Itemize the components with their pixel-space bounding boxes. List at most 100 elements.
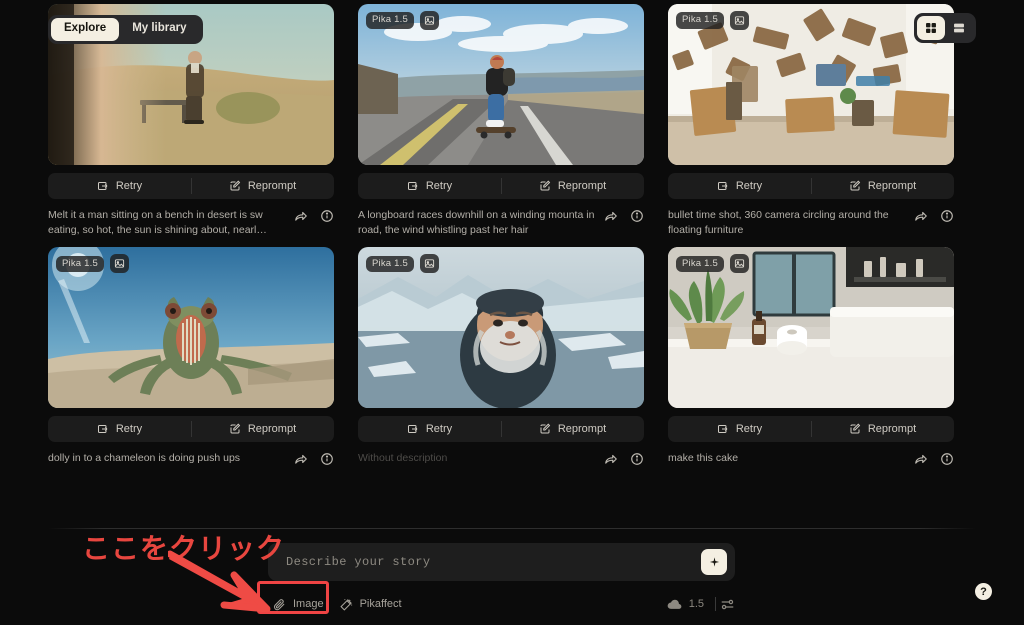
share-icon[interactable] [604,452,618,466]
caption-text: dolly in to a chameleon is doing push up… [48,451,294,466]
retry-button[interactable]: Retry [48,416,191,442]
generate-button[interactable] [701,549,727,575]
share-icon[interactable] [604,209,618,223]
caption-text: make this cake [668,451,914,466]
cloud-icon [667,597,682,612]
caption-icons [914,451,954,466]
card-thumbnail[interactable]: Pika 1.5 [668,4,954,165]
caption-text: Melt it a man sitting on a bench in dese… [48,208,294,238]
help-button[interactable]: ? [975,583,992,600]
grid-icon [924,21,938,35]
card-thumbnail[interactable]: Pika 1.5 [48,247,334,408]
tab-my-library[interactable]: My library [119,18,199,41]
retry-button[interactable]: Retry [358,416,501,442]
reprompt-label: Reprompt [248,180,296,192]
image-attach-label: Image [293,599,324,610]
card-badges: Pika 1.5 [366,254,439,273]
prompt-input[interactable] [268,555,701,569]
image-icon [424,258,435,269]
reprompt-label: Reprompt [868,423,916,435]
reprompt-button[interactable]: Reprompt [501,416,644,442]
reprompt-button[interactable]: Reprompt [191,416,334,442]
share-icon[interactable] [294,209,308,223]
model-badge: Pika 1.5 [366,12,414,29]
model-badge: Pika 1.5 [676,12,724,29]
card-thumbnail[interactable]: Pika 1.5 [358,247,644,408]
card-caption: Melt it a man sitting on a bench in dese… [48,208,334,238]
retry-icon [97,180,109,192]
reprompt-icon [849,180,861,192]
toolbar-separator [715,597,716,611]
image-input-badge[interactable] [420,254,439,273]
image-icon [734,258,745,269]
share-icon[interactable] [914,452,928,466]
caption-text: bullet time shot, 360 camera circling ar… [668,208,914,238]
image-icon [424,15,435,26]
retry-button[interactable]: Retry [358,173,501,199]
composer-toolbar: Image Pikaffect 1.5 [268,591,735,617]
card-action-bar: Retry Reprompt [358,173,644,199]
card-badges: Pika 1.5 [366,11,439,30]
pikaffect-button[interactable]: Pikaffect [332,595,410,614]
card-thumbnail[interactable]: Pika 1.5 [358,4,644,165]
card-action-bar: Retry Reprompt [668,416,954,442]
reprompt-button[interactable]: Reprompt [501,173,644,199]
pikaffect-label: Pikaffect [360,599,402,610]
gallery-card[interactable]: Pika 1.5 Retry [668,4,954,238]
reprompt-button[interactable]: Reprompt [811,173,954,199]
model-selector[interactable]: 1.5 [667,597,720,612]
card-action-bar: Retry Reprompt [668,173,954,199]
image-input-badge[interactable] [730,254,749,273]
tab-explore[interactable]: Explore [51,18,119,41]
retry-button[interactable]: Retry [668,416,811,442]
grid-view-button[interactable] [917,16,945,40]
image-attach-button[interactable]: Image [265,595,332,614]
card-badges: Pika 1.5 [56,254,129,273]
gallery-card[interactable]: Pika 1.5 Retry [358,247,644,481]
card-badges: Pika 1.5 [676,254,749,273]
retry-label: Retry [736,180,762,192]
share-icon[interactable] [294,452,308,466]
reprompt-icon [849,423,861,435]
caption-icons [914,208,954,223]
model-version-label: 1.5 [689,598,704,610]
card-action-bar: Retry Reprompt [48,416,334,442]
model-badge: Pika 1.5 [56,256,104,273]
caption-icons [604,208,644,223]
card-thumbnail[interactable]: Pika 1.5 [668,247,954,408]
reprompt-button[interactable]: Reprompt [191,173,334,199]
sparkle-icon [708,556,721,569]
info-icon[interactable] [630,209,644,223]
share-icon[interactable] [914,209,928,223]
card-caption: Without description [358,451,644,481]
info-icon[interactable] [630,452,644,466]
caption-text: Without description [358,451,604,466]
retry-label: Retry [116,180,142,192]
reprompt-button[interactable]: Reprompt [811,416,954,442]
list-view-button[interactable] [945,16,973,40]
image-input-badge[interactable] [110,254,129,273]
prompt-input-row [268,543,735,581]
image-input-badge[interactable] [730,11,749,30]
gallery-card[interactable]: Pika 1.5 Retry [48,247,334,481]
reprompt-icon [229,180,241,192]
card-caption: A longboard races downhill on a winding … [358,208,644,238]
paperclip-icon [273,598,286,611]
settings-button[interactable] [720,597,735,612]
caption-icons [294,208,334,223]
info-icon[interactable] [940,209,954,223]
reprompt-label: Reprompt [558,180,606,192]
retry-button[interactable]: Retry [668,173,811,199]
retry-button[interactable]: Retry [48,173,191,199]
info-icon[interactable] [940,452,954,466]
retry-icon [717,423,729,435]
model-badge: Pika 1.5 [676,256,724,273]
card-caption: make this cake [668,451,954,481]
image-input-badge[interactable] [420,11,439,30]
gallery-card[interactable]: Pika 1.5 Retry [668,247,954,481]
info-icon[interactable] [320,452,334,466]
reprompt-label: Reprompt [868,180,916,192]
gallery-card[interactable]: Pika 1.5 Retry [358,4,644,238]
info-icon[interactable] [320,209,334,223]
reprompt-icon [539,423,551,435]
